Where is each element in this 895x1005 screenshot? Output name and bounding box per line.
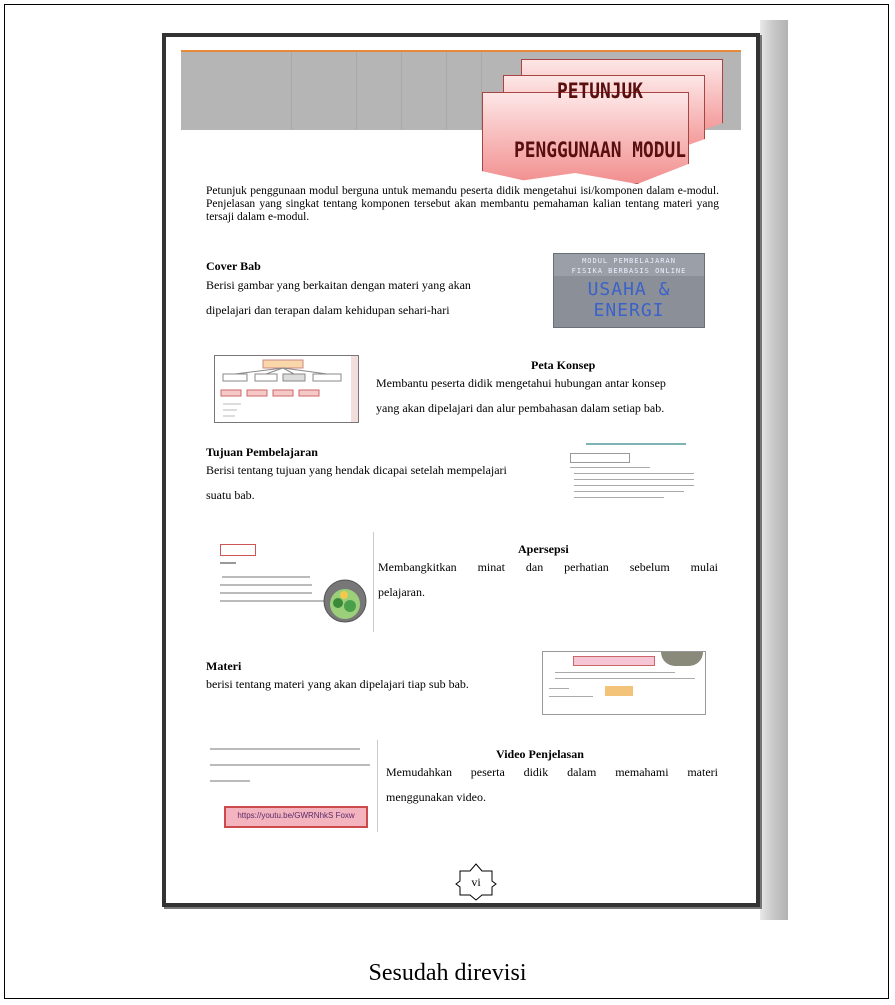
material-thumb-highlight: [605, 686, 633, 696]
material-thumb-line: [549, 688, 569, 689]
material-thumb-image: [661, 652, 703, 666]
page-number: vi: [471, 875, 481, 889]
module-page: PETUNJUK PENGGUNAAN MODUL Petunjuk pengg…: [162, 33, 760, 907]
cover-thumbnail-header: MODUL PEMBELAJARAN FISIKA BERBASIS ONLIN…: [554, 254, 704, 276]
concept-map-text-line2: yang akan dipelajari dan alur pembahasan…: [376, 401, 665, 415]
apperception-text: Membangkitkan minat dan perhatian sebelu…: [378, 555, 718, 580]
figure-caption: Sesudah direvisi: [368, 960, 527, 986]
apperception-thumb-line: [220, 600, 330, 602]
material-thumbnail: [542, 651, 706, 715]
objectives-thumb-rule: [586, 443, 686, 445]
band-divider: [446, 52, 447, 130]
cover-text-line2: dipelajari dan terapan dalam kehidupan s…: [206, 303, 450, 317]
video-thumbnail: https://youtu.be/GWRNhkS Foxw: [210, 740, 378, 832]
band-divider: [291, 52, 292, 130]
page-title-line2: PENGGUNAAN MODUL: [514, 138, 686, 162]
objectives-text-line1: Berisi tentang tujuan yang hendak dicapa…: [206, 463, 507, 477]
apperception-thumb-line: [220, 584, 312, 586]
material-thumb-line: [555, 672, 675, 673]
objectives-thumb-line: [574, 491, 684, 492]
page-title-line1: PETUNJUK: [557, 79, 643, 103]
cover-thumbnail-top: MODUL PEMBELAJARAN: [582, 257, 676, 265]
objectives-text-line2: suatu bab.: [206, 488, 255, 502]
objectives-thumb-line: [574, 473, 694, 474]
page-shadow: [760, 20, 788, 920]
apperception-text-line1: Membangkitkan minat dan perhatian sebelu…: [378, 560, 718, 574]
page-title: PETUNJUK PENGGUNAAN MODUL: [484, 43, 716, 173]
concept-map-text-line1: Membantu peserta didik mengetahui hubung…: [376, 376, 666, 390]
objectives-thumbnail: [566, 439, 706, 509]
band-divider: [481, 52, 482, 130]
objectives-thumb-heading-box: [570, 453, 630, 463]
apperception-thumb-line: [220, 592, 312, 594]
apperception-text-2: pelajaran.: [378, 580, 718, 605]
apperception-thumb-line: [220, 562, 236, 564]
material-text: berisi tentang materi yang akan dipelaja…: [206, 677, 469, 691]
concept-map-diagram: [220, 356, 358, 422]
cover-text-line1: Berisi gambar yang berkaitan dengan mate…: [206, 278, 471, 292]
cover-thumbnail-title: USAHA & ENERGI: [587, 279, 671, 321]
concept-map-text: Membantu peserta didik mengetahui hubung…: [376, 371, 718, 421]
objectives-thumb-line: [570, 467, 650, 468]
video-thumb-line: [210, 764, 370, 766]
apperception-thumb-line: [222, 576, 310, 578]
cover-thumbnail: MODUL PEMBELAJARAN FISIKA BERBASIS ONLIN…: [553, 253, 705, 328]
figure-frame: PETUNJUK PENGGUNAAN MODUL Petunjuk pengg…: [4, 4, 889, 999]
video-text-line2: menggunakan video.: [386, 790, 486, 804]
band-divider: [401, 52, 402, 130]
band-divider: [356, 52, 357, 130]
objectives-thumb-line: [574, 497, 664, 498]
material-thumb-line: [555, 678, 695, 679]
material-thumb-heading: [573, 656, 655, 666]
cover-title: Cover Bab: [206, 259, 261, 273]
apperception-illustration: [323, 579, 367, 623]
objectives-thumb-line: [574, 479, 694, 480]
concept-map-thumbnail: [214, 355, 359, 423]
cover-text: Berisi gambar yang berkaitan dengan mate…: [206, 273, 536, 323]
video-thumb-line: [210, 748, 360, 750]
video-text-2: menggunakan video.: [386, 785, 718, 810]
cover-thumbnail-sub: FISIKA BERBASIS ONLINE: [571, 267, 687, 275]
apperception-text-line2: pelajaran.: [378, 585, 425, 599]
video-thumb-line: [210, 780, 250, 782]
intro-paragraph: Petunjuk penggunaan modul berguna untuk …: [206, 185, 719, 223]
apperception-thumb-tag: [220, 544, 256, 556]
video-text: Memudahkan peserta didik dalam memahami …: [386, 760, 718, 785]
objectives-thumb-line: [574, 485, 694, 486]
apperception-thumbnail: [214, 532, 374, 632]
material-thumb-line: [549, 696, 593, 697]
objectives-text: Berisi tentang tujuan yang hendak dicapa…: [206, 458, 576, 508]
video-text-line1: Memudahkan peserta didik dalam memahami …: [386, 765, 718, 779]
video-link-button[interactable]: https://youtu.be/GWRNhkS Foxw: [224, 806, 368, 828]
